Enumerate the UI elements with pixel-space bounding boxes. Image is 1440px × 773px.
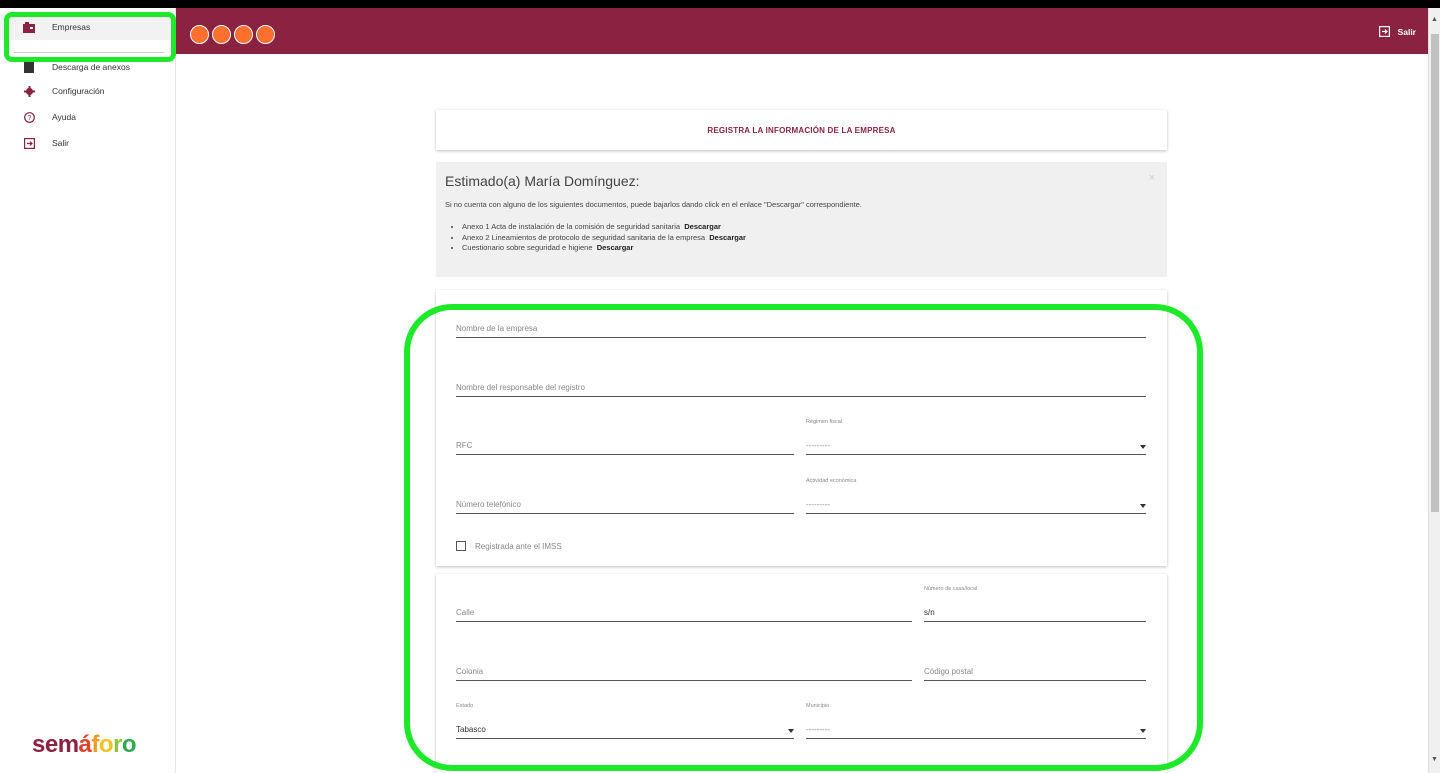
sidebar-item-configuracion[interactable]: Configuración	[0, 78, 176, 104]
tax-regime-select[interactable]: Régimen fiscal ---------	[806, 419, 1146, 455]
semaforo-logo: semáforo	[32, 731, 137, 758]
rfc-field[interactable]: RFC	[456, 437, 794, 455]
address-form-card: Calle Número de casa/local s/n Colonia C…	[436, 574, 1167, 773]
imss-checkbox-label: Registrada ante el IMSS	[475, 541, 562, 551]
sidebar: Empresas Descarga de anexos Configuració…	[0, 8, 176, 773]
dropdown-caret-icon	[1140, 504, 1146, 508]
alert-title: Estimado(a) María Domínguez:	[445, 173, 640, 189]
download-icon	[23, 61, 35, 73]
sidebar-item-ayuda[interactable]: ? Ayuda	[0, 104, 176, 130]
colony-field[interactable]: Colonia	[456, 663, 912, 681]
sidebar-item-label: Descarga de anexos	[52, 62, 130, 72]
sidebar-item-label: Configuración	[52, 86, 105, 96]
scroll-up-icon[interactable]: ▲	[1431, 16, 1438, 23]
list-item: Anexo 1 Acta de instalación de la comisi…	[462, 222, 746, 233]
sidebar-item-descarga-anexos[interactable]: Descarga de anexos	[0, 54, 176, 80]
help-icon: ?	[23, 111, 35, 123]
alert-text: Si no cuenta con alguno de los siguiente…	[445, 200, 862, 209]
status-dot	[190, 25, 209, 44]
svg-text:?: ?	[27, 115, 31, 122]
window-top-strip	[0, 0, 1440, 8]
alert-document-list: Anexo 1 Acta de instalación de la comisi…	[462, 222, 746, 254]
list-item: Anexo 2 Lineamientos de protocolo de seg…	[462, 233, 746, 244]
company-form-card: Nombre de la empresa Nombre del responsa…	[436, 290, 1167, 566]
street-field[interactable]: Calle	[456, 604, 912, 622]
sidebar-item-label: Empresas	[52, 22, 91, 32]
state-select[interactable]: Estado Tabasco	[456, 703, 794, 739]
list-item: Cuestionario sobre seguridad e higiene D…	[462, 243, 746, 254]
scroll-thumb[interactable]	[1431, 34, 1439, 512]
topbar-exit-button[interactable]: Salir	[1378, 26, 1416, 37]
phone-field[interactable]: Número telefónico	[456, 496, 794, 514]
sidebar-item-label: Salir	[52, 138, 70, 148]
status-dot	[256, 25, 275, 44]
sidebar-item-salir[interactable]: Salir	[0, 130, 176, 156]
page-scrollbar[interactable]: ▲ ▼	[1428, 8, 1440, 773]
checkbox-box[interactable]	[456, 541, 466, 551]
top-bar: Salir	[176, 8, 1428, 54]
sidebar-divider	[14, 52, 164, 53]
status-dot	[212, 25, 231, 44]
exit-icon	[1378, 26, 1390, 37]
gear-icon	[23, 85, 35, 97]
close-icon[interactable]: ×	[1149, 172, 1155, 184]
exit-icon	[23, 137, 35, 149]
page-title: REGISTRA LA INFORMACIÓN DE LA EMPRESA	[707, 125, 896, 135]
dropdown-caret-icon	[1140, 729, 1146, 733]
dropdown-caret-icon	[1140, 445, 1146, 449]
company-name-field[interactable]: Nombre de la empresa	[456, 320, 1146, 338]
download-link[interactable]: Descargar	[597, 243, 634, 252]
economic-activity-select[interactable]: Actividad económica ---------	[806, 478, 1146, 514]
download-link[interactable]: Descargar	[709, 233, 746, 242]
postal-code-field[interactable]: Código postal	[924, 663, 1146, 681]
sidebar-item-empresas[interactable]: Empresas	[0, 14, 176, 40]
sidebar-item-label: Ayuda	[52, 112, 76, 122]
page-title-card: REGISTRA LA INFORMACIÓN DE LA EMPRESA	[436, 110, 1167, 150]
download-alert: Estimado(a) María Domínguez: × Si no cue…	[436, 162, 1167, 277]
dropdown-caret-icon	[788, 729, 794, 733]
download-link[interactable]: Descargar	[684, 222, 721, 231]
municipality-select[interactable]: Municipio ---------	[806, 703, 1146, 739]
scroll-down-icon[interactable]: ▼	[1431, 756, 1438, 763]
imss-checkbox[interactable]: Registrada ante el IMSS	[456, 541, 562, 551]
responsible-name-field[interactable]: Nombre del responsable del registro	[456, 379, 1146, 397]
status-dot	[234, 25, 253, 44]
topbar-exit-label: Salir	[1397, 26, 1416, 37]
briefcase-icon	[23, 21, 35, 33]
house-number-field[interactable]: Número de casa/local s/n	[924, 586, 1146, 622]
